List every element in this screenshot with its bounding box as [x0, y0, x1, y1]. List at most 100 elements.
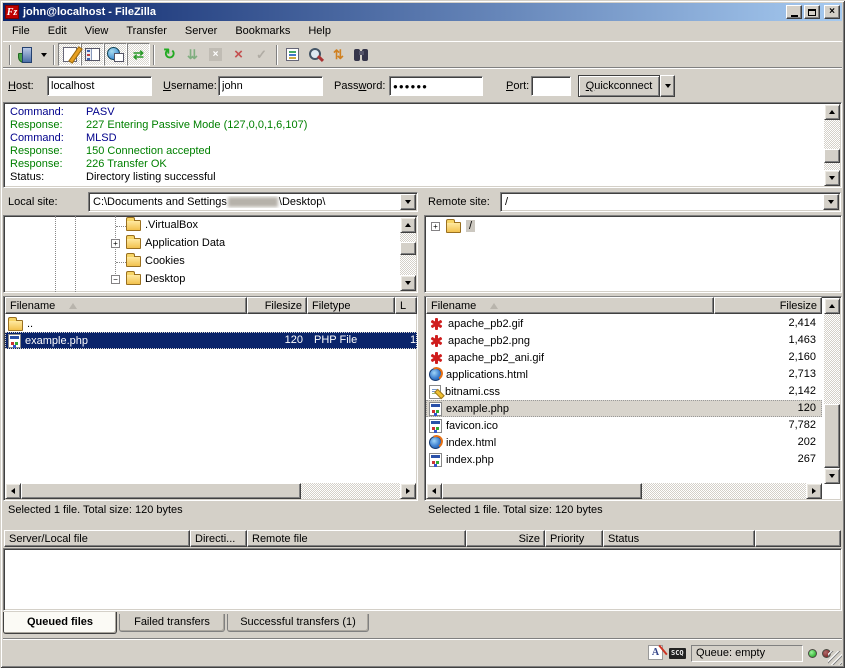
- column-header-server-local-file[interactable]: Server/Local file: [4, 530, 190, 547]
- username-label: Username:: [163, 80, 217, 92]
- refresh-button[interactable]: ↻: [158, 43, 181, 66]
- column-header-modified[interactable]: L: [395, 297, 417, 314]
- datatype-indicator-icon[interactable]: A: [648, 645, 663, 660]
- table-row[interactable]: apache_pb2.png1,463: [426, 332, 822, 349]
- find-files-button[interactable]: [350, 43, 373, 66]
- scroll-up-button[interactable]: [824, 298, 840, 314]
- scroll-left-button[interactable]: [426, 483, 442, 499]
- site-manager-button[interactable]: [14, 43, 37, 66]
- cancel-operation-button[interactable]: ×: [204, 43, 227, 66]
- scroll-down-button[interactable]: [824, 468, 840, 484]
- password-input[interactable]: [389, 76, 483, 96]
- password-label: Password:: [334, 80, 385, 92]
- column-header-priority[interactable]: Priority: [545, 530, 603, 547]
- remote-site-combobox[interactable]: /: [500, 192, 841, 212]
- scroll-down-button[interactable]: [400, 275, 416, 291]
- site-manager-dropdown-button[interactable]: [37, 44, 50, 65]
- column-header-filetype[interactable]: Filetype: [307, 297, 395, 314]
- menu-bookmarks[interactable]: Bookmarks: [226, 23, 299, 39]
- host-label: Host:: [8, 80, 34, 92]
- host-input[interactable]: [47, 76, 152, 96]
- local-hscrollbar-thumb[interactable]: [21, 483, 301, 499]
- column-header-status[interactable]: Status: [603, 530, 755, 547]
- username-input[interactable]: [218, 76, 323, 96]
- column-header-size[interactable]: Size: [466, 530, 545, 547]
- port-input[interactable]: [531, 76, 571, 96]
- synchronized-browsing-button[interactable]: ⇅: [327, 43, 350, 66]
- table-row[interactable]: favicon.ico7,782: [426, 417, 822, 434]
- column-header-filename[interactable]: Filename: [5, 297, 247, 314]
- column-header-remote-file[interactable]: Remote file: [247, 530, 466, 547]
- log-line: Command:PASV: [10, 106, 115, 119]
- toggle-remote-tree-button[interactable]: [104, 43, 127, 66]
- quickconnect-dropdown-button[interactable]: [660, 75, 675, 97]
- arrow-down-icon: [829, 176, 835, 180]
- expand-toggle-icon[interactable]: +: [111, 239, 120, 248]
- sort-ascending-icon: [490, 303, 498, 309]
- queue-list[interactable]: [3, 548, 842, 611]
- menu-view[interactable]: View: [76, 23, 118, 39]
- tree-item-desktop[interactable]: − Desktop: [4, 271, 417, 289]
- quickconnect-button[interactable]: Quickconnect: [578, 75, 660, 97]
- tab-failed-transfers[interactable]: Failed transfers: [119, 614, 225, 632]
- local-site-dropdown-button[interactable]: [400, 194, 416, 210]
- filter-button[interactable]: [281, 43, 304, 66]
- table-row[interactable]: index.html202: [426, 434, 822, 451]
- minimize-button[interactable]: [786, 5, 802, 19]
- table-row[interactable]: apache_pb2.gif2,414: [426, 315, 822, 332]
- tab-queued-files[interactable]: Queued files: [3, 612, 117, 634]
- table-row[interactable]: index.php267: [426, 451, 822, 468]
- directory-comparison-button[interactable]: [304, 43, 327, 66]
- close-button[interactable]: ×: [824, 5, 840, 19]
- column-header-filename[interactable]: Filename: [426, 297, 714, 314]
- expand-toggle-icon[interactable]: +: [431, 222, 440, 231]
- toggle-message-log-button[interactable]: [58, 43, 81, 66]
- scroll-right-button[interactable]: [806, 483, 822, 499]
- column-header-filesize[interactable]: Filesize: [714, 297, 822, 314]
- table-row-parent-dir[interactable]: ..: [5, 315, 415, 332]
- resize-grip[interactable]: [828, 651, 842, 665]
- toggle-queue-button[interactable]: ⇄: [127, 43, 150, 66]
- menu-edit[interactable]: Edit: [39, 23, 76, 39]
- table-row-example-php[interactable]: example.php120: [426, 400, 822, 417]
- column-header-blank: [755, 530, 841, 547]
- arrow-up-icon: [829, 304, 835, 308]
- column-header-filesize[interactable]: Filesize: [247, 297, 307, 314]
- table-row[interactable]: applications.html2,713: [426, 366, 822, 383]
- apache-file-icon: [429, 351, 444, 365]
- log-scrollbar-thumb[interactable]: [824, 149, 840, 163]
- local-tree-scrollbar-thumb[interactable]: [400, 242, 416, 255]
- collapse-toggle-icon[interactable]: −: [111, 275, 120, 284]
- table-row-example-php[interactable]: example.php 120 PHP File 1: [5, 332, 417, 349]
- scroll-up-button[interactable]: [824, 104, 840, 120]
- table-row[interactable]: bitnami.css2,142: [426, 383, 822, 400]
- disconnect-button[interactable]: ×: [227, 43, 250, 66]
- column-header-direction[interactable]: Directi...: [190, 530, 247, 547]
- menu-help[interactable]: Help: [299, 23, 340, 39]
- local-site-combobox[interactable]: C:\Documents and Settings\Desktop\: [88, 192, 418, 212]
- scroll-left-button[interactable]: [5, 483, 21, 499]
- table-row[interactable]: apache_pb2_ani.gif2,160: [426, 349, 822, 366]
- reconnect-button[interactable]: ✓: [250, 43, 273, 66]
- scroll-down-button[interactable]: [824, 170, 840, 186]
- process-queue-button[interactable]: ⇊: [181, 43, 204, 66]
- scroll-up-button[interactable]: [400, 217, 416, 233]
- remote-hscrollbar-thumb[interactable]: [442, 483, 642, 499]
- tree-item-virtualbox[interactable]: .VirtualBox: [4, 217, 417, 235]
- scroll-right-button[interactable]: [400, 483, 416, 499]
- process-queue-icon: ⇊: [187, 48, 198, 61]
- tree-item-cookies[interactable]: Cookies: [4, 253, 417, 271]
- tree-item-application-data[interactable]: + Application Data: [4, 235, 417, 253]
- chevron-down-icon: [405, 200, 411, 204]
- menu-server[interactable]: Server: [176, 23, 226, 39]
- menu-transfer[interactable]: Transfer: [117, 23, 176, 39]
- remote-site-dropdown-button[interactable]: [823, 194, 839, 210]
- tab-successful-transfers[interactable]: Successful transfers (1): [227, 614, 369, 632]
- menu-file[interactable]: File: [3, 23, 39, 39]
- toggle-local-tree-button[interactable]: [81, 43, 104, 66]
- remote-vscrollbar-thumb[interactable]: [824, 404, 840, 468]
- speedlimit-indicator-icon[interactable]: SCQ: [669, 648, 686, 659]
- arrow-left-icon: [432, 488, 436, 494]
- maximize-button[interactable]: [804, 5, 820, 19]
- tree-item-root[interactable]: + /: [425, 218, 841, 236]
